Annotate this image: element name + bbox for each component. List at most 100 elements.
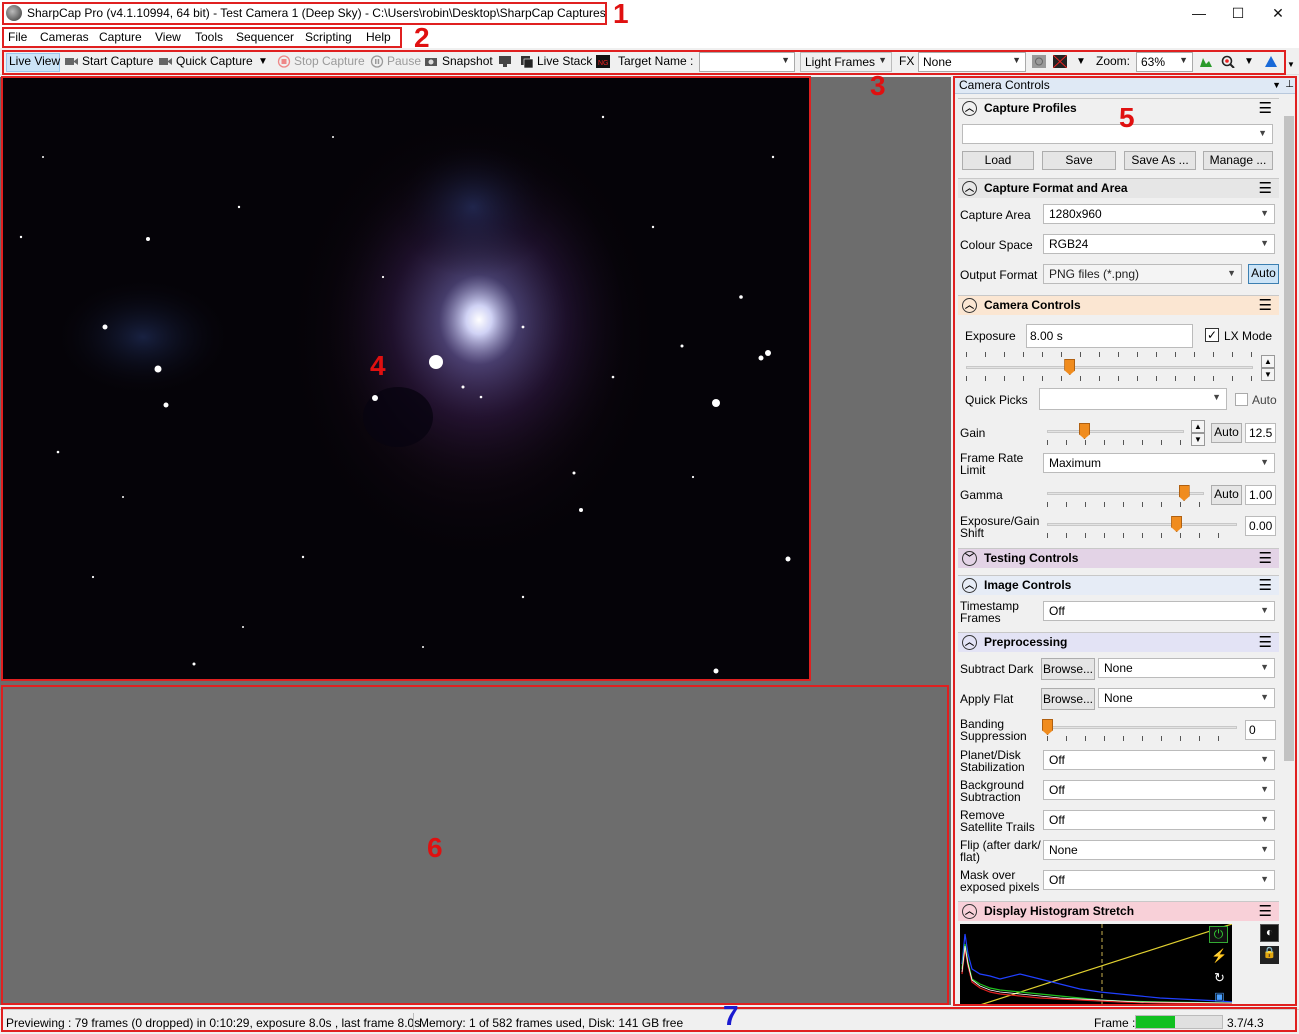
monitor-icon[interactable] — [498, 55, 512, 68]
section-testing-controls[interactable]: ﹀ Testing Controls ☰ — [958, 548, 1279, 568]
menu-cameras[interactable]: Cameras — [40, 30, 89, 44]
timestamp-frames-select[interactable]: Off ▼ — [1043, 601, 1275, 621]
profile-select[interactable]: ▼ — [962, 124, 1273, 144]
save-as-button[interactable]: Save As ... — [1124, 151, 1196, 170]
gamma-slider-thumb[interactable] — [1178, 485, 1190, 501]
section-preprocessing[interactable]: ︿ Preprocessing ☰ — [958, 632, 1279, 652]
zoom-combo[interactable]: 63% ▼ — [1136, 52, 1193, 72]
collapse-icon[interactable]: ︿ — [962, 181, 977, 196]
menu-icon[interactable]: ☰ — [1259, 179, 1272, 198]
gain-auto-button[interactable]: Auto — [1211, 423, 1242, 443]
subtract-dark-select[interactable]: None ▼ — [1098, 658, 1275, 678]
lx-mode-checkbox[interactable]: ✓ — [1205, 328, 1219, 342]
histogram-icon[interactable] — [1199, 55, 1213, 68]
close-button[interactable]: ✕ — [1258, 0, 1298, 26]
quick-capture-dropdown-icon[interactable]: ▼ — [258, 56, 268, 67]
exposure-gain-shift-value[interactable]: 0.00 — [1245, 516, 1276, 536]
subtract-dark-browse-button[interactable]: Browse... — [1041, 658, 1095, 680]
frame-rate-select[interactable]: Maximum ▼ — [1043, 453, 1275, 473]
gain-slider[interactable] — [1047, 430, 1184, 433]
reticle-icon[interactable] — [1032, 55, 1046, 68]
planet-stabilization-select[interactable]: Off ▼ — [1043, 750, 1275, 770]
quick-picks-select[interactable]: ▼ — [1039, 388, 1227, 410]
save-button[interactable]: Save — [1042, 151, 1116, 170]
menu-sequencer[interactable]: Sequencer — [236, 30, 294, 44]
snapshot-button[interactable]: Snapshot — [442, 54, 493, 68]
menu-icon[interactable]: ☰ — [1259, 296, 1272, 315]
menu-icon[interactable]: ☰ — [1259, 99, 1272, 118]
target-name-combo[interactable]: ▼ — [699, 52, 795, 72]
section-image-controls[interactable]: ︿ Image Controls ☰ — [958, 575, 1279, 595]
exposure-gain-shift-slider-thumb[interactable] — [1171, 516, 1183, 532]
apply-flat-select[interactable]: None ▼ — [1098, 688, 1275, 708]
reset-icon[interactable]: ↻ — [1210, 970, 1229, 987]
panel-scrollbar[interactable] — [1282, 96, 1296, 1005]
section-display-histogram[interactable]: ︿ Display Histogram Stretch ☰ — [958, 901, 1279, 921]
lock-icon[interactable]: 🔒 — [1260, 946, 1279, 964]
banding-suppression-slider-thumb[interactable] — [1042, 719, 1053, 735]
quick-picks-auto-checkbox[interactable] — [1235, 393, 1248, 406]
flip-select[interactable]: None ▼ — [1043, 840, 1275, 860]
power-icon[interactable]: ⏻ — [1209, 926, 1228, 943]
maximize-button[interactable]: ☐ — [1218, 0, 1258, 26]
panel-dropdown-icon[interactable]: ▼ — [1272, 78, 1281, 93]
expand-icon[interactable]: ﹀ — [962, 551, 977, 566]
histogram-display[interactable]: ⏻ ⚡ ↻ ▣ — [960, 924, 1232, 1005]
banding-suppression-value[interactable]: 0 — [1245, 720, 1276, 740]
capture-area-select[interactable]: 1280x960 ▼ — [1043, 204, 1275, 224]
menu-help[interactable]: Help — [366, 30, 391, 44]
overlay-icon[interactable] — [1053, 55, 1067, 68]
gamma-auto-button[interactable]: Auto — [1211, 485, 1242, 505]
camera-preview[interactable] — [3, 77, 809, 679]
menu-icon[interactable]: ☰ — [1259, 902, 1272, 921]
banding-suppression-slider[interactable] — [1047, 726, 1237, 729]
apply-flat-browse-button[interactable]: Browse... — [1041, 688, 1095, 710]
remove-satellite-trails-select[interactable]: Off ▼ — [1043, 810, 1275, 830]
quick-capture-button[interactable]: Quick Capture — [176, 54, 253, 68]
overlay-dropdown-icon[interactable]: ▼ — [1076, 56, 1086, 67]
colour-space-select[interactable]: RGB24 ▼ — [1043, 234, 1275, 254]
focus-assist-icon[interactable] — [1221, 55, 1235, 68]
sensor-icon[interactable]: NG — [596, 55, 610, 68]
mask-overexposed-select[interactable]: Off ▼ — [1043, 870, 1275, 890]
menu-scripting[interactable]: Scripting — [305, 30, 352, 44]
pause-button[interactable]: Pause — [387, 54, 421, 68]
output-format-auto-button[interactable]: Auto — [1248, 264, 1279, 284]
stop-capture-button[interactable]: Stop Capture — [294, 54, 365, 68]
save-icon[interactable]: ▣ — [1210, 990, 1229, 1005]
menu-view[interactable]: View — [155, 30, 181, 44]
collapse-icon[interactable]: ︿ — [962, 578, 977, 593]
menu-icon[interactable]: ☰ — [1259, 549, 1272, 568]
collapse-icon[interactable]: ︿ — [962, 298, 977, 313]
load-button[interactable]: Load — [962, 151, 1034, 170]
exposure-slider-thumb[interactable] — [1064, 359, 1076, 375]
polar-align-icon[interactable] — [1264, 55, 1278, 68]
manage-button[interactable]: Manage ... — [1203, 151, 1273, 170]
menu-capture[interactable]: Capture — [99, 30, 142, 44]
focus-dropdown-icon[interactable]: ▼ — [1244, 56, 1254, 67]
exposure-slider[interactable] — [966, 366, 1253, 369]
exposure-spin-up[interactable]: ▲ — [1261, 355, 1275, 368]
gamma-value[interactable]: 1.00 — [1245, 485, 1276, 505]
fx-combo[interactable]: None ▼ — [918, 52, 1026, 72]
contrast-icon[interactable]: ◐ — [1260, 924, 1279, 942]
collapse-icon[interactable]: ︿ — [962, 635, 977, 650]
scrollbar-thumb[interactable] — [1284, 116, 1294, 761]
minimize-button[interactable]: — — [1179, 0, 1219, 26]
background-subtraction-select[interactable]: Off ▼ — [1043, 780, 1275, 800]
gain-spin-down[interactable]: ▼ — [1191, 433, 1205, 446]
live-stack-button[interactable]: Live Stack — [537, 54, 592, 68]
exposure-input[interactable]: 8.00 s — [1026, 324, 1193, 348]
gain-slider-thumb[interactable] — [1078, 423, 1090, 439]
output-format-select[interactable]: PNG files (*.png) ▼ — [1043, 264, 1242, 284]
menu-icon[interactable]: ☰ — [1259, 633, 1272, 652]
gain-value[interactable]: 12.5 — [1245, 423, 1276, 443]
frame-type-combo[interactable]: Light Frames ▼ — [800, 52, 892, 72]
menu-tools[interactable]: Tools — [195, 30, 223, 44]
start-capture-button[interactable]: Start Capture — [82, 54, 153, 68]
section-camera-controls[interactable]: ︿ Camera Controls ☰ — [958, 295, 1279, 315]
menu-file[interactable]: File — [8, 30, 27, 44]
toolbar-overflow-icon[interactable]: ▼ — [1287, 60, 1295, 69]
gain-spin-up[interactable]: ▲ — [1191, 420, 1205, 433]
lightning-icon[interactable]: ⚡ — [1210, 948, 1229, 965]
